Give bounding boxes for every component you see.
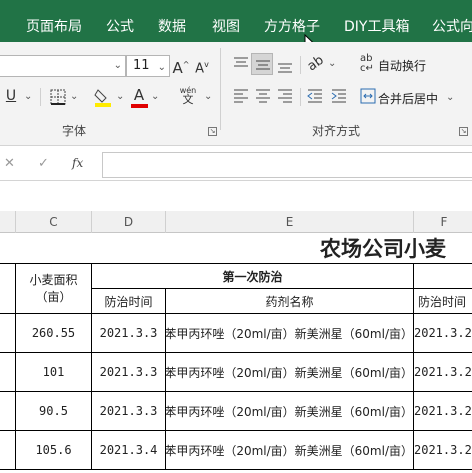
ribbon-group-separator — [220, 48, 221, 130]
tab-page-layout[interactable]: 页面布局 — [26, 16, 82, 36]
align-middle-button[interactable] — [251, 53, 273, 75]
underline-dropdown-icon[interactable]: ⌄ — [24, 91, 32, 102]
align-left-icon[interactable] — [232, 88, 250, 104]
title-bar — [0, 0, 472, 8]
cell-date[interactable]: 2021.3.3 — [92, 314, 166, 353]
sheet-grid: 农场公司小麦 小麦面积 （亩） 第一次防治 防治时间 药剂名称 防治时间 260… — [0, 233, 472, 473]
sheet-title[interactable]: 农场公司小麦 — [320, 233, 472, 263]
cell-drug[interactable]: 苯甲丙环唑（20ml/亩）新美洲星（60ml/亩） — [166, 431, 414, 470]
font-color-swatch — [131, 104, 148, 108]
header-time[interactable]: 防治时间 — [92, 289, 166, 314]
ribbon-divider — [300, 88, 301, 106]
header-first-treatment[interactable]: 第一次防治 — [92, 264, 414, 289]
font-size-dropdown-icon[interactable]: ⌄ — [158, 58, 166, 78]
insert-function-icon[interactable]: fx — [72, 156, 83, 170]
merge-center-button[interactable]: 合并后居中 — [378, 90, 438, 107]
cell-date-f[interactable]: 2021.3.2 — [414, 392, 472, 431]
borders-dropdown-icon[interactable]: ⌄ — [70, 91, 78, 102]
cell-drug[interactable]: 苯甲丙环唑（20ml/亩）新美洲星（60ml/亩） — [166, 353, 414, 392]
wrap-text-button[interactable]: 自动换行 — [378, 57, 426, 74]
column-header-f[interactable]: F — [414, 211, 472, 233]
tab-formulas[interactable]: 公式 — [106, 16, 134, 36]
font-size-box[interactable]: 11 ⌄ — [126, 55, 170, 77]
increase-indent-icon[interactable] — [330, 88, 348, 104]
tab-formula-more[interactable]: 公式向 — [432, 16, 472, 36]
cell-date[interactable]: 2021.3.3 — [92, 392, 166, 431]
row-stub — [0, 314, 16, 353]
header-time-f[interactable]: 防治时间 — [414, 289, 472, 314]
cell-date[interactable]: 2021.3.3 — [92, 353, 166, 392]
align-top-icon[interactable] — [232, 56, 250, 72]
cell-area[interactable]: 101 — [16, 353, 92, 392]
increase-font-icon[interactable]: A^ — [172, 55, 190, 77]
column-header-d[interactable]: D — [92, 211, 166, 233]
align-center-icon[interactable] — [254, 88, 272, 104]
phonetic-icon[interactable]: wén 文 — [178, 86, 198, 108]
borders-icon[interactable] — [50, 89, 66, 105]
header-drug[interactable]: 药剂名称 — [166, 289, 414, 314]
formula-bar: ✕ ✓ fx — [0, 147, 472, 181]
ribbon-divider — [300, 56, 301, 74]
decrease-font-icon[interactable]: Av — [193, 55, 211, 76]
cancel-icon[interactable]: ✕ — [4, 156, 15, 171]
cell-area[interactable]: 260.55 — [16, 314, 92, 353]
underline-icon[interactable]: U — [4, 86, 18, 106]
row-stub — [0, 353, 16, 392]
column-header-c[interactable]: C — [16, 211, 92, 233]
cell-drug[interactable]: 苯甲丙环唑（20ml/亩）新美洲星（60ml/亩） — [166, 392, 414, 431]
tab-view[interactable]: 视图 — [212, 16, 240, 36]
align-right-icon[interactable] — [276, 88, 294, 104]
merge-center-icon[interactable] — [360, 88, 376, 104]
phonetic-dropdown-icon[interactable]: ⌄ — [204, 91, 212, 102]
tab-data[interactable]: 数据 — [158, 16, 186, 36]
header-f-top[interactable] — [414, 264, 472, 289]
cell-drug[interactable]: 苯甲丙环唑（20ml/亩）新美洲星（60ml/亩） — [166, 314, 414, 353]
cell-area[interactable]: 105.6 — [16, 431, 92, 470]
ribbon-divider — [40, 88, 41, 106]
font-group-label: 字体 — [62, 124, 87, 138]
font-size-value: 11 — [133, 58, 150, 73]
align-middle-icon — [256, 60, 270, 70]
font-name-box[interactable]: ⌄ — [0, 55, 126, 77]
formula-input[interactable] — [102, 152, 472, 178]
cell-date-f[interactable]: 2021.3.2 — [414, 314, 472, 353]
alignment-dialog-launcher-icon[interactable]: ↘ — [459, 127, 468, 136]
tab-fangfang[interactable]: 方方格子 — [264, 16, 320, 36]
tab-diy-toolbox[interactable]: DIY工具箱 — [344, 16, 409, 36]
cell-area[interactable]: 90.5 — [16, 392, 92, 431]
fill-color-icon[interactable] — [94, 87, 112, 107]
orientation-dropdown-icon[interactable]: ⌄ — [328, 58, 336, 69]
row-header-corner — [0, 211, 16, 233]
column-header-spacer — [0, 182, 472, 211]
cell-date-f[interactable]: 2021.3.2 — [414, 431, 472, 470]
font-color-dropdown-icon[interactable]: ⌄ — [151, 91, 159, 102]
cell-date-f[interactable]: 2021.3.2 — [414, 353, 472, 392]
row-stub — [0, 431, 16, 470]
header-area[interactable]: 小麦面积 （亩） — [16, 264, 92, 314]
cell-date[interactable]: 2021.3.4 — [92, 431, 166, 470]
decrease-indent-icon[interactable] — [306, 88, 324, 104]
fill-color-dropdown-icon[interactable]: ⌄ — [116, 91, 124, 102]
merge-center-dropdown-icon[interactable]: ⌄ — [446, 92, 454, 103]
font-dialog-launcher-icon[interactable]: ↘ — [208, 127, 217, 136]
orientation-icon[interactable]: ab — [302, 50, 330, 78]
enter-icon[interactable]: ✓ — [38, 156, 49, 171]
align-bottom-icon[interactable] — [276, 56, 294, 74]
font-color-icon[interactable]: A — [131, 85, 147, 105]
column-header-e[interactable]: E — [166, 211, 414, 233]
alignment-group-label: 对齐方式 — [312, 124, 361, 138]
font-name-dropdown-icon[interactable]: ⌄ — [114, 60, 122, 71]
ribbon-tabs: 页面布局 公式 数据 视图 方方格子 DIY工具箱 公式向 — [0, 8, 472, 52]
column-headers: C D E F — [0, 211, 472, 233]
ribbon: ⌄ 11 ⌄ A^ Av U ⌄ ⌄ ⌄ A ⌄ wén 文 ⌄ 字体 ↘ ab … — [0, 42, 472, 146]
row-stub — [0, 264, 16, 314]
row-stub — [0, 392, 16, 431]
wrap-text-icon[interactable]: ab c↵ — [360, 54, 376, 74]
